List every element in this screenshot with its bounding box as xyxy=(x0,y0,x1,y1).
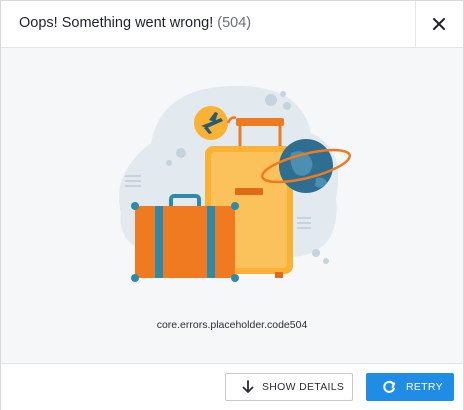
close-button[interactable] xyxy=(415,1,463,47)
travel-luggage-illustration xyxy=(119,85,352,282)
status-code: (504) xyxy=(217,15,252,31)
dialog-body: core.errors.placeholder.code504 xyxy=(1,48,463,363)
close-icon xyxy=(433,18,445,30)
dialog-title-text: Oops! Something went wrong! xyxy=(19,15,214,31)
retry-label: RETRY xyxy=(406,381,443,393)
show-details-button[interactable]: SHOW DETAILS xyxy=(225,373,353,401)
show-details-label: SHOW DETAILS xyxy=(262,381,345,393)
dialog-header: Oops! Something went wrong! (504) xyxy=(1,1,463,48)
retry-button[interactable]: RETRY xyxy=(366,373,454,401)
refresh-icon xyxy=(382,380,396,394)
dialog-footer: SHOW DETAILS RETRY xyxy=(1,363,463,410)
error-message: core.errors.placeholder.code504 xyxy=(156,319,308,331)
error-dialog: Oops! Something went wrong! (504) core.e… xyxy=(0,0,464,410)
dialog-title: Oops! Something went wrong! (504) xyxy=(19,15,251,31)
arrow-down-icon xyxy=(242,380,254,394)
